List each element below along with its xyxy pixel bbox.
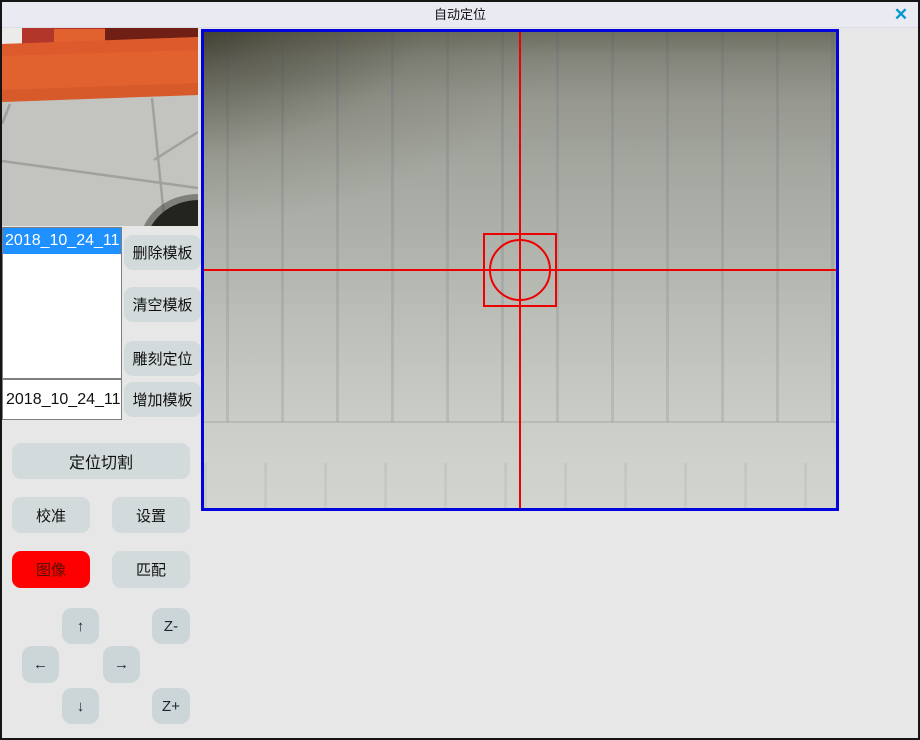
add-template-button[interactable]: 增加模板 <box>124 382 201 417</box>
jog-left-button[interactable]: ← <box>22 646 59 683</box>
dialog-title: 自动定位 <box>2 2 918 28</box>
target-circle-marker <box>489 239 551 301</box>
jog-right-button[interactable]: → <box>103 646 140 683</box>
image-button[interactable]: 图像 <box>12 551 90 588</box>
jog-z-plus-button[interactable]: Z+ <box>152 688 190 724</box>
template-preview-image <box>2 28 198 226</box>
template-list[interactable]: 2018_10_24_11 <box>2 227 122 379</box>
close-icon[interactable]: ✕ <box>890 4 912 26</box>
engrave-position-button[interactable]: 雕刻定位 <box>124 341 201 376</box>
title-bar: 自动定位 ✕ <box>2 2 918 28</box>
jog-up-button[interactable]: ↑ <box>62 608 99 644</box>
auto-position-dialog: 自动定位 ✕ <box>0 0 920 740</box>
settings-button[interactable]: 设置 <box>112 497 190 533</box>
position-cut-button[interactable]: 定位切割 <box>12 443 190 479</box>
template-name-input[interactable] <box>2 379 122 420</box>
template-list-item[interactable]: 2018_10_24_11 <box>3 228 121 254</box>
jog-z-minus-button[interactable]: Z- <box>152 608 190 644</box>
delete-template-button[interactable]: 删除模板 <box>124 235 201 270</box>
camera-view <box>201 29 839 511</box>
clear-templates-button[interactable]: 清空模板 <box>124 287 201 322</box>
calibrate-button[interactable]: 校准 <box>12 497 90 533</box>
jog-down-button[interactable]: ↓ <box>62 688 99 724</box>
template-preview-graphic <box>2 28 198 226</box>
match-button[interactable]: 匹配 <box>112 551 190 588</box>
